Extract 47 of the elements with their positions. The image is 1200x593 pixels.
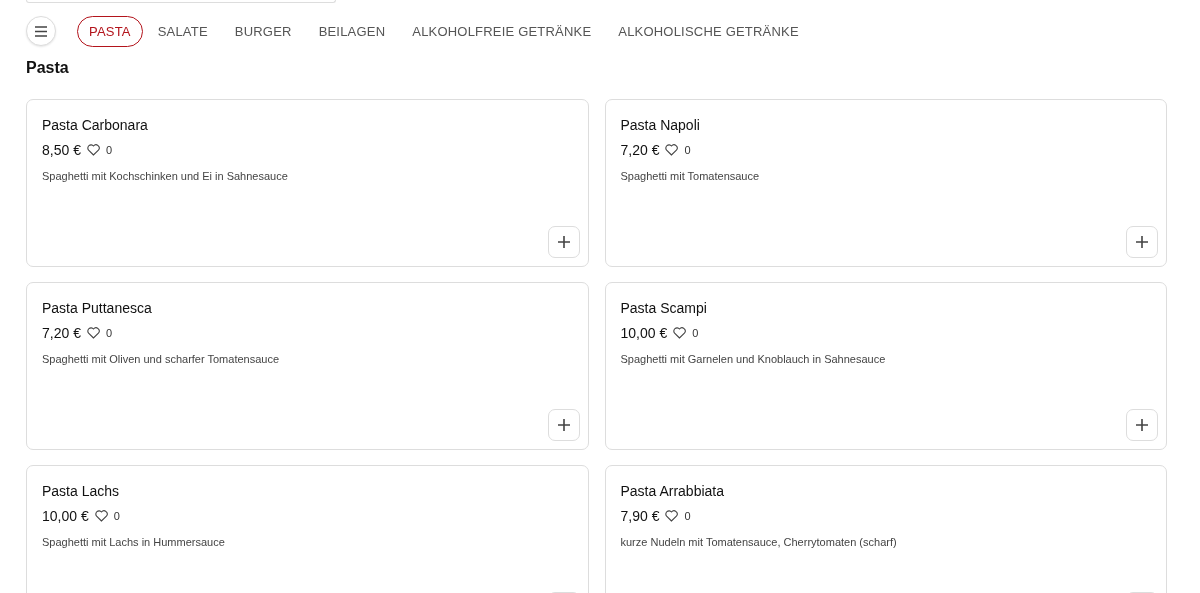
menu-icon	[35, 25, 47, 37]
dish-description: Spaghetti mit Garnelen und Knoblauch in Sahnesauce	[620, 353, 886, 365]
dish-price: 8,50 €	[42, 142, 81, 158]
like-count: 0	[105, 327, 113, 339]
add-button[interactable]	[547, 226, 580, 258]
heart-icon[interactable]	[665, 510, 679, 522]
dish-description: Spaghetti mit Tomatensauce	[620, 170, 760, 182]
add-button[interactable]	[547, 409, 580, 441]
heart-icon[interactable]	[673, 327, 687, 339]
plus-icon	[1136, 419, 1148, 431]
dish-description: kurze Nudeln mit Tomatensauce, Cherrytomaten (scharf)	[620, 536, 897, 548]
dish-description: Spaghetti mit Oliven und scharfer Tomatensauce	[42, 353, 280, 365]
dish-price: 7,20 €	[620, 142, 660, 158]
plus-icon	[1136, 236, 1148, 248]
like-count: 0	[113, 510, 120, 522]
dish-name: Pasta Napoli	[620, 117, 700, 133]
search-field[interactable]	[26, 0, 336, 3]
plus-icon	[557, 236, 570, 248]
dish-price: 10,00 €	[620, 325, 668, 341]
like-count: 0	[684, 144, 691, 156]
section-heading: Pasta	[26, 59, 69, 77]
heart-icon[interactable]	[94, 510, 108, 522]
heart-icon[interactable]	[86, 327, 100, 339]
category-tab[interactable]: SALATE	[145, 15, 220, 47]
add-button[interactable]	[1126, 226, 1158, 258]
dish-price: 7,90 €	[620, 508, 660, 524]
dish-name: Pasta Arrabbiata	[620, 483, 724, 499]
category-tab[interactable]: BEILAGEN	[306, 15, 398, 47]
like-count: 0	[692, 327, 699, 339]
dish-description: Spaghetti mit Kochschinken und Ei in Sahnesauce	[42, 170, 288, 182]
heart-icon[interactable]	[665, 144, 679, 156]
add-button[interactable]	[1126, 409, 1158, 441]
dish-name: Pasta Carbonara	[42, 117, 148, 133]
like-count: 0	[684, 510, 691, 522]
dish-name: Pasta Puttanesca	[42, 300, 152, 316]
menu-button[interactable]	[26, 16, 56, 46]
category-tab[interactable]: ALKOHOLFREIE GETRÄNKE	[400, 15, 604, 47]
dish-name: Pasta Scampi	[620, 300, 707, 316]
category-tab[interactable]: BURGER	[222, 15, 304, 47]
like-count: 0	[105, 144, 113, 156]
dish-price: 10,00 €	[42, 508, 89, 524]
dish-name: Pasta Lachs	[42, 483, 120, 499]
plus-icon	[557, 419, 570, 431]
dish-price: 7,20 €	[42, 325, 81, 341]
heart-icon[interactable]	[86, 144, 100, 156]
category-tab[interactable]: ALKOHOLISCHE GETRÄNKE	[606, 15, 811, 47]
dish-description: Spaghetti mit Lachs in Hummersauce	[42, 536, 225, 548]
